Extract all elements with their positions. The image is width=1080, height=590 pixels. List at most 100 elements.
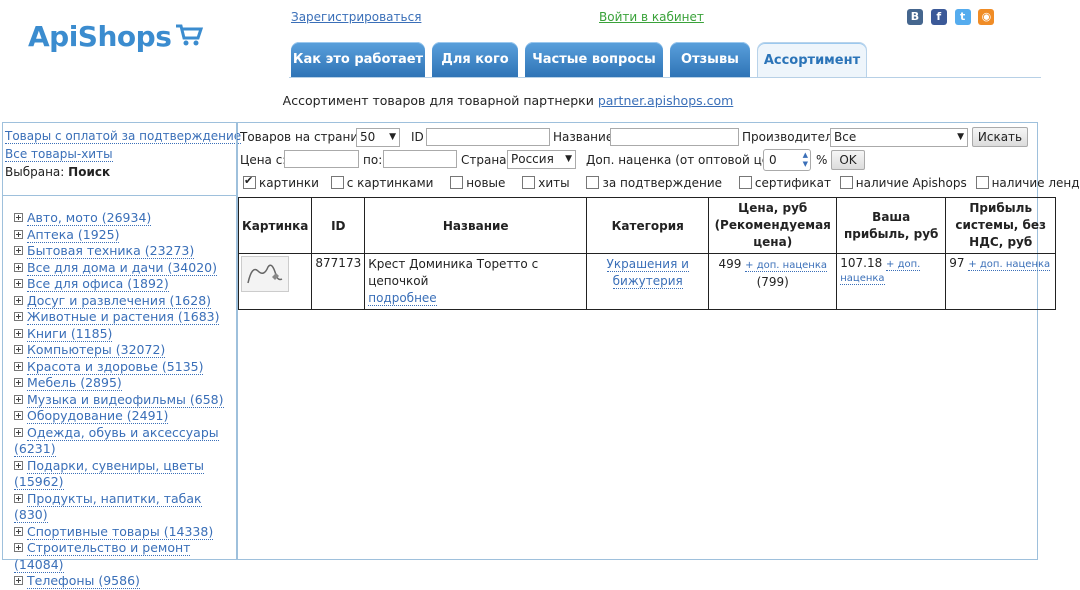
price-from-input[interactable] [284, 150, 359, 168]
more-link[interactable]: подробнее [368, 291, 437, 306]
sidebar-category[interactable]: Одежда, обувь и аксессуары (6231) [14, 424, 234, 458]
expand-plus-icon[interactable] [14, 378, 23, 387]
stepper-arrows-icon[interactable]: ▲ ▼ [803, 151, 808, 169]
sidebar-link-hits[interactable]: Все товары-хиты [5, 147, 113, 162]
checkbox-with-pictures[interactable]: с картинками [330, 176, 433, 190]
tab-assortment[interactable]: Ассортимент [757, 42, 867, 78]
sidebar-category[interactable]: Продукты, напитки, табак (830) [14, 490, 234, 524]
sidebar-category[interactable]: Досуг и развлечения (1628) [14, 292, 234, 310]
expand-plus-icon[interactable] [14, 411, 23, 420]
country-select[interactable]: Россия ▼ [507, 150, 576, 169]
sidebar-category[interactable]: Музыка и видеофильмы (658) [14, 391, 234, 409]
expand-plus-icon[interactable] [14, 543, 23, 552]
tab-how-it-works[interactable]: Как это работает [291, 42, 425, 77]
checkbox-pictures[interactable]: картинки [243, 174, 319, 190]
checkbox-icon[interactable] [330, 176, 344, 189]
checkbox-icon[interactable] [738, 176, 752, 189]
expand-plus-icon[interactable] [14, 576, 23, 585]
expand-plus-icon[interactable] [14, 328, 23, 338]
tab-faq[interactable]: Частые вопросы [525, 42, 663, 77]
category-label[interactable]: Продукты, напитки, табак (830) [14, 490, 202, 523]
sidebar-link-confirmed[interactable]: Товары с оплатой за подтверждение [5, 129, 242, 144]
category-label[interactable]: Животные и растения (1683) [27, 309, 220, 325]
sidebar-category[interactable]: Авто, мото (26934) [14, 210, 234, 227]
category-label[interactable]: Авто, мото (26934) [27, 210, 152, 226]
name-input[interactable] [610, 128, 739, 146]
logo[interactable]: ApiShops [28, 20, 204, 55]
facebook-icon[interactable]: f [930, 9, 947, 25]
sidebar-category[interactable]: Красота и здоровье (5135) [14, 358, 234, 376]
expand-plus-icon[interactable] [14, 246, 23, 255]
price-markup-link[interactable]: + доп. наценка [745, 260, 827, 272]
checkbox-icon[interactable] [522, 176, 536, 189]
expand-plus-icon[interactable] [14, 262, 23, 272]
sidebar-category[interactable]: Бытовая техника (23273) [14, 243, 234, 260]
expand-plus-icon[interactable] [14, 279, 23, 288]
checkbox-landing[interactable]: наличие лендинга [975, 176, 1080, 190]
search-button[interactable]: Искать [972, 127, 1028, 147]
per-page-select[interactable]: 50 ▼ [356, 128, 400, 147]
expand-plus-icon[interactable] [14, 213, 23, 222]
checkbox-hits[interactable]: хиты [522, 176, 570, 190]
category-label[interactable]: Все для офиса (1892) [27, 276, 169, 292]
category-label[interactable]: Спортивные товары (14338) [27, 523, 214, 540]
checkbox-icon[interactable] [975, 176, 989, 189]
checkbox-confirmed[interactable]: за подтверждение [586, 176, 722, 190]
system-markup-link[interactable]: + доп. наценка [968, 259, 1051, 271]
expand-plus-icon[interactable] [14, 295, 23, 305]
expand-plus-icon[interactable] [14, 361, 23, 371]
expand-plus-icon[interactable] [14, 460, 23, 470]
sidebar-category[interactable]: Подарки, сувениры, цветы (15962) [14, 457, 234, 491]
tab-for-whom[interactable]: Для кого [432, 42, 518, 77]
category-label[interactable]: Одежда, обувь и аксессуары (6231) [14, 424, 219, 457]
sidebar-category[interactable]: Аптека (1925) [14, 226, 234, 244]
rss-icon[interactable]: ◉ [978, 9, 995, 25]
expand-plus-icon[interactable] [14, 229, 23, 239]
category-label[interactable]: Оборудование (2491) [27, 408, 169, 424]
expand-plus-icon[interactable] [14, 345, 23, 354]
category-label[interactable]: Строительство и ремонт (14084) [14, 540, 191, 573]
tab-reviews[interactable]: Отзывы [670, 42, 750, 77]
checkbox-icon[interactable] [243, 174, 256, 189]
category-label[interactable]: Подарки, сувениры, цветы (15962) [14, 457, 204, 490]
product-thumbnail[interactable] [241, 256, 289, 292]
checkbox-apishops[interactable]: наличие Apishops [839, 176, 967, 190]
category-label[interactable]: Книги (1185) [27, 325, 113, 342]
id-input[interactable] [426, 128, 550, 146]
markup-stepper[interactable]: 0 ▲ ▼ [763, 149, 811, 171]
sidebar-category[interactable]: Животные и растения (1683) [14, 309, 234, 326]
category-label[interactable]: Компьютеры (32072) [27, 342, 166, 358]
category-label[interactable]: Красота и здоровье (5135) [27, 358, 204, 375]
sidebar-category[interactable]: Компьютеры (32072) [14, 342, 234, 359]
category-label[interactable]: Бытовая техника (23273) [27, 243, 195, 259]
expand-plus-icon[interactable] [14, 427, 23, 437]
checkbox-icon[interactable] [450, 176, 464, 189]
sidebar-category[interactable]: Мебель (2895) [14, 375, 234, 392]
sidebar-category[interactable]: Все для дома и дачи (34020) [14, 259, 234, 277]
sidebar-category[interactable]: Все для офиса (1892) [14, 276, 234, 293]
sidebar-category[interactable]: Оборудование (2491) [14, 408, 234, 425]
partner-link[interactable]: partner.apishops.com [598, 93, 733, 108]
sidebar-category[interactable]: Телефоны (9586) [14, 573, 234, 590]
expand-plus-icon[interactable] [14, 312, 23, 321]
ok-button[interactable]: OK [831, 150, 865, 170]
category-label[interactable]: Досуг и развлечения (1628) [27, 292, 212, 309]
expand-plus-icon[interactable] [14, 526, 23, 536]
register-link[interactable]: Зарегистрироваться [291, 10, 421, 24]
sidebar-category[interactable]: Спортивные товары (14338) [14, 523, 234, 541]
checkbox-certificate[interactable]: сертификат [738, 176, 831, 190]
twitter-icon[interactable]: t [954, 9, 971, 25]
price-to-input[interactable] [383, 150, 457, 168]
sidebar-category[interactable]: Книги (1185) [14, 325, 234, 343]
expand-plus-icon[interactable] [14, 394, 23, 404]
category-link[interactable]: Украшения и бижутерия [606, 257, 689, 289]
vk-icon[interactable]: B [907, 9, 923, 25]
maker-select[interactable]: Все ▼ [830, 128, 968, 147]
sidebar-category[interactable]: Строительство и ремонт (14084) [14, 540, 234, 573]
category-label[interactable]: Музыка и видеофильмы (658) [27, 391, 224, 408]
login-link[interactable]: Войти в кабинет [599, 10, 704, 24]
category-label[interactable]: Аптека (1925) [27, 226, 120, 243]
category-label[interactable]: Мебель (2895) [27, 375, 122, 391]
category-label[interactable]: Все для дома и дачи (34020) [27, 259, 217, 276]
expand-plus-icon[interactable] [14, 493, 23, 503]
